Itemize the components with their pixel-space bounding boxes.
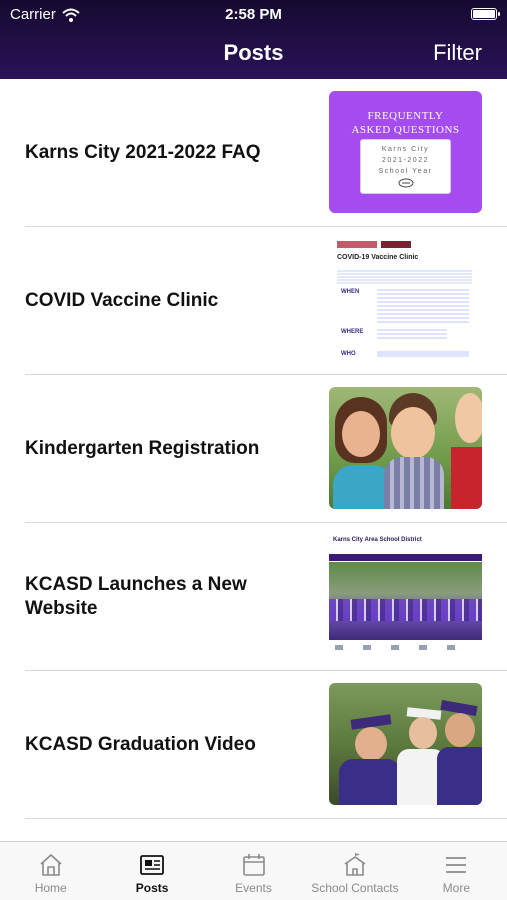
child-shirt	[451, 447, 482, 509]
kids-photo-thumbnail	[329, 387, 482, 509]
home-icon	[40, 854, 62, 876]
tab-label: Posts	[135, 881, 169, 895]
flyer-logo	[381, 241, 411, 248]
battery-icon	[471, 8, 500, 20]
tab-label: Home	[34, 881, 67, 895]
flyer-label: WHEN	[341, 289, 360, 295]
faq-thumbnail: FREQUENTLY ASKED QUESTIONS Karns City 20…	[329, 91, 482, 213]
faq-card: Karns City 2021-2022 School Year	[360, 139, 451, 194]
thumb-text: FREQUENTLY	[367, 110, 444, 122]
flyer-logo	[337, 241, 377, 248]
post-row[interactable]: KCASD Graduation Video	[25, 671, 507, 819]
page-title: Posts	[223, 40, 284, 65]
calendar-icon	[242, 854, 265, 876]
filter-button[interactable]: Filter	[433, 40, 482, 66]
grad-gown	[437, 747, 482, 805]
flyer-text-block	[377, 351, 469, 357]
graduation-photo-thumbnail	[329, 683, 482, 805]
newspaper-icon	[140, 855, 165, 875]
post-title: Karns City 2021-2022 FAQ	[25, 141, 261, 163]
status-bar: Carrier 2:58 PM	[0, 6, 507, 24]
child-face	[391, 407, 435, 459]
site-hero-band	[329, 599, 482, 621]
flyer-label: WHO	[341, 351, 356, 357]
card-text: Karns City	[381, 146, 430, 153]
tab-bar: Home Posts Events School Contacts More	[0, 841, 507, 900]
tab-label: More	[442, 881, 470, 895]
website-screenshot-thumbnail: Karns City Area School District	[329, 535, 482, 657]
child-face	[342, 411, 380, 457]
tab-more[interactable]: More	[406, 842, 507, 900]
posts-list: Karns City 2021-2022 FAQ FREQUENTLY ASKE…	[0, 79, 507, 819]
clock: 2:58 PM	[225, 6, 282, 23]
child-shirt	[384, 457, 444, 509]
flyer-text-block	[377, 289, 469, 325]
logo-icon	[398, 178, 413, 188]
tab-school-contacts[interactable]: School Contacts	[304, 842, 405, 900]
post-title: COVID Vaccine Clinic	[25, 289, 219, 311]
grad-gown	[339, 759, 401, 805]
menu-icon	[446, 857, 467, 873]
card-text: 2021-2022	[382, 157, 429, 164]
flyer-heading: COVID-19 Vaccine Clinic	[337, 254, 419, 261]
post-row[interactable]: Kindergarten Registration	[25, 375, 507, 523]
post-title: KCASD Graduation Video	[25, 733, 256, 755]
post-title: Kindergarten Registration	[25, 437, 260, 459]
flyer-text-block	[337, 270, 472, 284]
grad-face	[355, 727, 387, 761]
thumb-text: ASKED QUESTIONS	[351, 124, 460, 136]
tab-events[interactable]: Events	[203, 842, 304, 900]
card-text: School Year	[378, 168, 433, 175]
post-row[interactable]: Karns City 2021-2022 FAQ FREQUENTLY ASKE…	[25, 79, 507, 227]
school-icon	[344, 853, 366, 876]
site-nav-bar	[329, 554, 482, 561]
tab-posts[interactable]: Posts	[101, 842, 202, 900]
vaccine-flyer-thumbnail: COVID-19 Vaccine Clinic WHEN WHERE WHO	[329, 239, 482, 361]
tab-label: School Contacts	[311, 881, 399, 895]
tab-home[interactable]: Home	[0, 842, 101, 900]
post-row[interactable]: KCASD Launches a New Website Karns City …	[25, 523, 507, 671]
flyer-label: WHERE	[341, 329, 364, 335]
site-heading: Karns City Area School District	[333, 537, 422, 543]
grad-face	[409, 717, 437, 749]
grad-face	[445, 713, 475, 747]
tab-label: Events	[235, 881, 272, 895]
header: Carrier 2:58 PM Posts Filter	[0, 0, 507, 79]
child-face	[455, 393, 482, 443]
site-footer-links	[335, 645, 475, 650]
flyer-text-block	[377, 329, 447, 341]
post-title: KCASD Launches a New Website	[25, 573, 247, 619]
post-row[interactable]: COVID Vaccine Clinic COVID-19 Vaccine Cl…	[25, 227, 507, 375]
